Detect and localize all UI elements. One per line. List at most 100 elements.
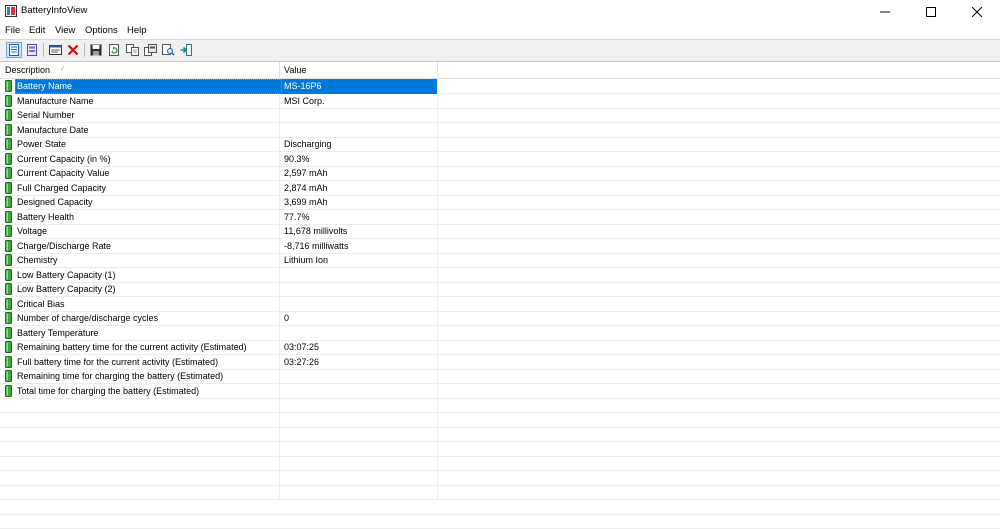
cell-value: 11,678 millivolts [284,226,348,236]
view-text-button[interactable] [6,42,22,58]
cell-value [282,268,286,283]
copy-icon [125,44,139,56]
cell-value [282,108,286,123]
save-button[interactable] [88,42,104,58]
battery-icon [5,167,12,179]
cell-value: 03:07:25 [284,342,320,352]
table-row[interactable]: Chemistry Lithium Ion [0,253,437,268]
grid-line [0,470,1000,471]
grid-line [0,441,1000,442]
battery-icon [5,312,12,324]
delete-button[interactable] [65,42,81,58]
table-row[interactable]: Full Charged Capacity 2,874 mAh [0,181,437,196]
battery-icon [5,225,12,237]
table-row[interactable]: Current Capacity Value 2,597 mAh [0,166,437,181]
battery-icon [5,210,12,223]
table-row[interactable]: Manufacture Date [0,123,437,138]
battery-icon [5,283,12,295]
cell-description: Voltage [17,226,48,236]
table-row[interactable]: Total time for charging the battery (Est… [0,384,437,399]
grid-line [0,426,1000,428]
menu-view[interactable]: View [55,25,75,37]
battery-icon [5,109,12,121]
menu-edit[interactable]: Edit [29,25,45,37]
table-row[interactable]: Remaining battery time for the current a… [0,340,437,355]
menu-help[interactable]: Help [127,25,147,37]
minimize-button[interactable] [862,0,908,23]
cell-value: MSI Corp. [284,95,325,106]
battery-icon [5,123,12,136]
table-row[interactable]: Low Battery Capacity (2) [0,282,437,297]
cell-value [282,384,286,399]
column-divider[interactable] [279,62,280,78]
title-bar: BatteryInfoView [0,0,1000,23]
grid-line [0,412,1000,413]
column-header-value[interactable]: Value [284,62,306,78]
table-row[interactable]: Battery Health 77.7% [0,210,437,225]
cell-value: 3,699 mAh [284,197,328,207]
battery-icon [5,80,12,92]
toolbar-separator [84,43,85,57]
table-row[interactable]: Remaining time for charging the battery … [0,369,437,384]
list-header: Description ∕ Value [0,62,1000,79]
battery-icon [5,152,12,165]
column-divider[interactable] [437,62,438,78]
table-row[interactable]: Current Capacity (in %) 90.3% [0,152,437,167]
cell-description: Full battery time for the current activi… [17,356,219,367]
table-row[interactable]: Critical Bias [0,297,437,312]
cell-description: Charge/Discharge Rate [17,240,112,251]
find-icon [161,44,175,56]
refresh-button[interactable] [106,42,122,58]
cell-description: Designed Capacity [17,197,93,207]
cell-description: Remaining time for charging the battery … [17,371,224,381]
table-row[interactable]: Voltage 11,678 millivolts [0,224,437,239]
cell-description: Battery Health [17,211,75,222]
table-row[interactable]: Number of charge/discharge cycles 0 [0,311,437,326]
copy-button[interactable] [124,42,140,58]
battery-icon [5,181,12,194]
find-button[interactable] [160,42,176,58]
battery-icon [5,297,12,310]
cell-description: Current Capacity (in %) [17,153,111,164]
column-header-description[interactable]: Description [5,62,50,78]
toolbar [0,39,1000,62]
cell-description: Manufacture Name [17,95,94,106]
cell-description: Current Capacity Value [17,168,110,178]
battery-icon [5,268,12,281]
toolbar-separator [43,43,44,57]
view-list-button[interactable] [24,42,40,58]
properties-button[interactable] [47,42,63,58]
close-icon [972,6,982,17]
cell-description: Total time for charging the battery (Est… [17,385,200,396]
column-line [437,79,438,500]
table-row[interactable]: Designed Capacity 3,699 mAh [0,195,437,210]
table-row[interactable]: Manufacture Name MSI Corp. [0,94,437,109]
maximize-button[interactable] [908,0,954,23]
cell-value [282,369,286,384]
table-row[interactable]: Battery Temperature [0,326,437,341]
exit-button[interactable] [178,42,194,58]
cell-value: Discharging [284,139,332,149]
menu-options[interactable]: Options [85,25,118,37]
table-row[interactable]: Charge/Discharge Rate -8,716 milliwatts [0,239,437,254]
table-row[interactable]: Serial Number [0,108,437,123]
cell-description: Critical Bias [17,298,65,309]
table-row[interactable]: Full battery time for the current activi… [0,355,437,370]
cell-value [282,282,286,297]
cell-value [282,123,286,138]
save-icon [90,44,102,56]
cell-description: Manufacture Date [17,124,89,135]
close-button[interactable] [954,0,1000,23]
cell-description: Number of charge/discharge cycles [17,313,159,323]
sort-ascending-icon: ∕ [62,66,64,73]
table-row[interactable]: Battery Name MS-16P6 [0,79,437,94]
menu-file[interactable]: File [5,25,20,37]
table-row[interactable]: Power State Discharging [0,137,437,152]
battery-icon [5,370,12,382]
app-icon [5,5,17,17]
html-report-button[interactable] [142,42,158,58]
battery-info-list[interactable]: Battery Name MS-16P6 Manufacture Name MSI C… [0,79,1000,529]
table-row[interactable]: Low Battery Capacity (1) [0,268,437,283]
cell-description: Low Battery Capacity (1) [17,269,116,280]
cell-value: MS-16P6 [282,79,437,94]
